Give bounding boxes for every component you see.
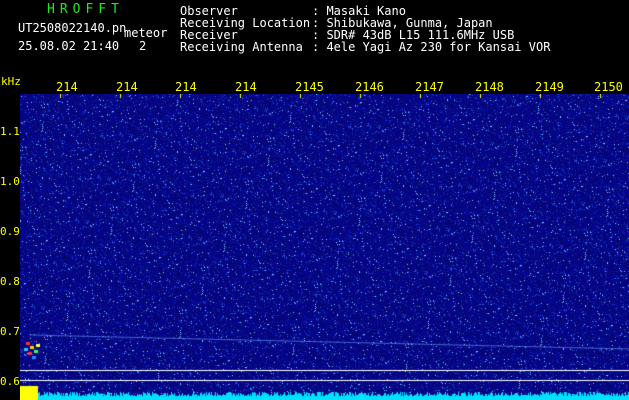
y-unit-label: kHz (1, 75, 21, 88)
filename: UT2508022140.pn (18, 21, 127, 35)
x-tick-label: 2149 (535, 80, 564, 94)
hrofft-screen: HROFFT UT2508022140.pn meteor 25.08.02 2… (0, 0, 629, 400)
x-tick-label: 214 (175, 80, 197, 94)
app-logo: HROFFT (47, 2, 124, 17)
meteor-count: 2 (139, 39, 147, 53)
y-tick-label: 0.8 (0, 275, 20, 288)
meteor-label: meteor (124, 26, 168, 40)
datetime: 25.08.02 21:40 (18, 39, 120, 53)
antenna-label: Receiving Antenna (180, 40, 303, 54)
x-tick-label: 214 (116, 80, 138, 94)
x-tick-label: 214 (56, 80, 78, 94)
y-tick-label: 0.7 (0, 325, 20, 338)
x-tick-label: 2150 (594, 80, 623, 94)
x-tick-label: 2147 (415, 80, 444, 94)
antenna-value: : 4ele Yagi Az 230 for Kansai VOR (312, 40, 551, 54)
y-tick-label: 0.9 (0, 225, 20, 238)
y-tick-label: 1.1 (0, 125, 20, 138)
x-tick-label: 2146 (355, 80, 384, 94)
y-tick-label: 0.6 (0, 375, 20, 388)
y-tick-label: 1.0 (0, 175, 20, 188)
x-tick-label: 214 (235, 80, 257, 94)
x-tick-label: 2148 (475, 80, 504, 94)
spectrogram (20, 94, 629, 400)
x-tick-label: 2145 (295, 80, 324, 94)
